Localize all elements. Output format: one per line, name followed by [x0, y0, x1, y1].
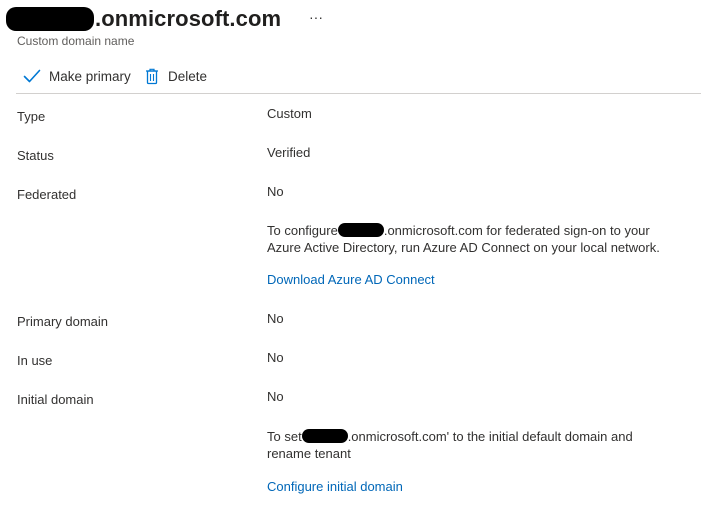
type-label: Type [17, 109, 46, 124]
federated-label: Federated [17, 187, 77, 202]
redacted-tenant-name [6, 7, 94, 31]
primary-domain-label: Primary domain [17, 314, 109, 329]
delete-label: Delete [168, 68, 208, 84]
divider [16, 93, 701, 94]
federated-info-text: To configure .onmicrosoft.com for federat… [267, 222, 687, 256]
in-use-value: No [267, 350, 284, 365]
redacted-tenant-name [337, 223, 384, 237]
checkmark-icon [23, 69, 41, 83]
in-use-label: In use [17, 353, 53, 368]
type-value: Custom [267, 106, 312, 121]
initial-domain-value: No [267, 389, 284, 404]
page-title: .onmicrosoft.com [6, 2, 281, 36]
initial-domain-info-prefix: To set [267, 429, 302, 444]
status-label: Status [17, 148, 54, 163]
federated-info-suffix: .onmicrosoft.com for federated sign-on t… [383, 223, 650, 238]
make-primary-label: Make primary [49, 68, 131, 84]
page-title-text: .onmicrosoft.com [95, 6, 282, 31]
redacted-tenant-name [301, 429, 348, 443]
initial-domain-info-line2: rename tenant [267, 446, 351, 461]
federated-info-prefix: To configure [267, 223, 338, 238]
federated-info-line2: Azure Active Directory, run Azure AD Con… [267, 240, 660, 255]
federated-value: No [267, 184, 284, 199]
more-options-button[interactable]: ··· [307, 8, 325, 26]
make-primary-button[interactable]: Make primary [23, 64, 131, 88]
page-subtitle: Custom domain name [17, 34, 135, 48]
download-azure-ad-connect-link[interactable]: Download Azure AD Connect [267, 272, 435, 287]
delete-button[interactable]: Delete [145, 64, 207, 88]
trash-icon [145, 68, 159, 85]
page-header: .onmicrosoft.com ··· Custom domain name [0, 0, 701, 55]
configure-initial-domain-link[interactable]: Configure initial domain [267, 479, 403, 494]
initial-domain-info-text: To set .onmicrosoft.com' to the initial d… [267, 428, 687, 462]
primary-domain-value: No [267, 311, 284, 326]
initial-domain-label: Initial domain [17, 392, 94, 407]
command-bar: Make primary Delete [0, 60, 701, 92]
initial-domain-info-suffix: .onmicrosoft.com' to the initial default… [347, 429, 633, 444]
status-value: Verified [267, 145, 311, 160]
